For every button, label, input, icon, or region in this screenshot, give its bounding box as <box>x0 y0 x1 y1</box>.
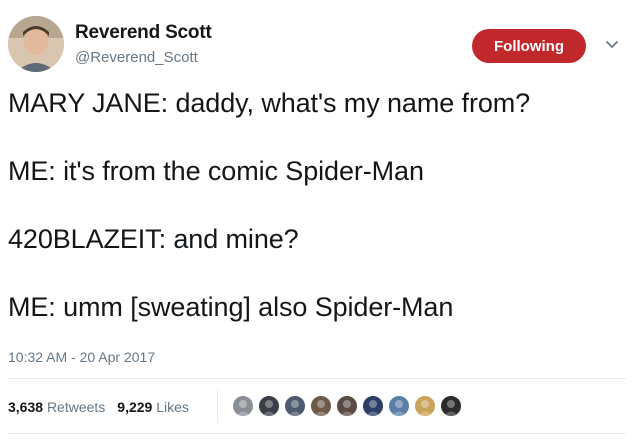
liker-avatar[interactable] <box>387 394 411 418</box>
divider <box>8 433 626 434</box>
liker-avatar[interactable] <box>283 394 307 418</box>
tweet-line: MARY JANE: daddy, what's my name from? <box>8 88 531 118</box>
liker-avatar[interactable] <box>335 394 359 418</box>
liker-avatar[interactable] <box>439 394 463 418</box>
liker-avatar[interactable] <box>231 394 255 418</box>
avatar[interactable] <box>8 16 64 72</box>
likes-label: Likes <box>156 399 189 415</box>
retweets-count: 3,638 <box>8 399 44 415</box>
tweet-line: 420BLAZEIT: and mine? <box>8 224 299 254</box>
tweet-line: ME: umm [sweating] also Spider-Man <box>8 292 454 322</box>
liker-avatar[interactable] <box>257 394 281 418</box>
divider <box>8 378 626 379</box>
liker-avatar[interactable] <box>413 394 437 418</box>
tweet-timestamp[interactable]: 10:32 AM - 20 Apr 2017 <box>8 349 155 365</box>
liker-avatar[interactable] <box>309 394 333 418</box>
liker-avatars <box>231 394 465 418</box>
tweet-stats: 3,638 Retweets 9,229 Likes <box>8 399 189 415</box>
retweets-stat[interactable]: 3,638 Retweets <box>8 399 105 415</box>
likes-count: 9,229 <box>117 399 153 415</box>
tweet-line: ME: it's from the comic Spider-Man <box>8 156 424 186</box>
user-handle[interactable]: @Reverend_Scott <box>75 49 198 66</box>
stats-separator <box>217 389 218 423</box>
retweets-label: Retweets <box>46 399 106 415</box>
chevron-down-icon[interactable] <box>604 38 620 52</box>
liker-avatar[interactable] <box>361 394 385 418</box>
likes-stat[interactable]: 9,229 Likes <box>117 399 189 415</box>
display-name[interactable]: Reverend Scott <box>75 22 212 44</box>
avatar-image <box>8 16 64 72</box>
following-button[interactable]: Following <box>472 29 586 63</box>
tweet-card: Reverend Scott @Reverend_Scott Following… <box>0 0 634 443</box>
tweet-text: MARY JANE: daddy, what's my name from? M… <box>8 86 628 358</box>
